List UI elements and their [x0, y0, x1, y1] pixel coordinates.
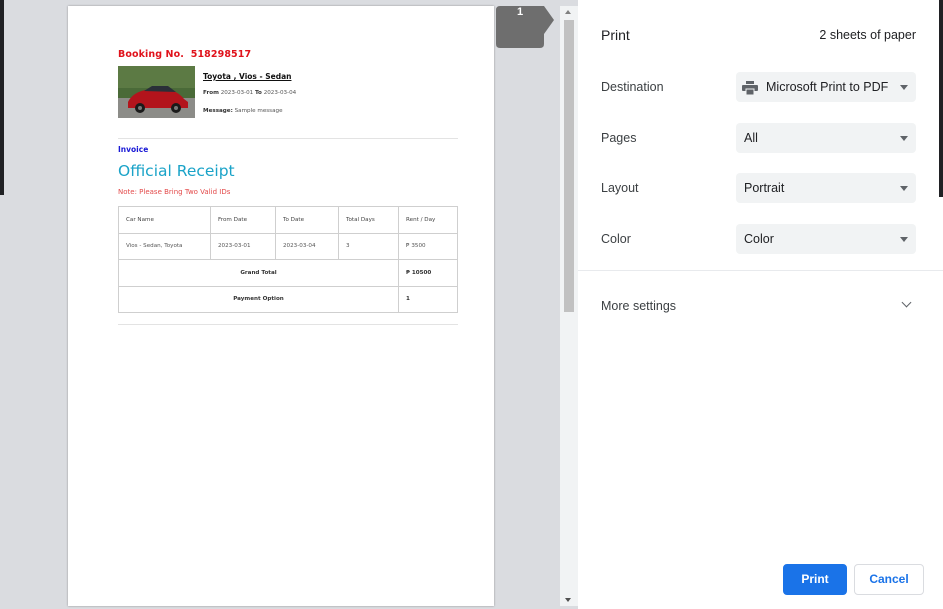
chevron-down-icon — [900, 85, 908, 90]
page-number-badge: 1 — [496, 6, 554, 48]
pages-value: All — [744, 131, 758, 145]
cancel-button[interactable]: Cancel — [854, 564, 924, 595]
receipt-title: Official Receipt — [118, 162, 235, 180]
scroll-down-arrow-icon[interactable] — [565, 598, 571, 602]
destination-label: Destination — [601, 80, 664, 94]
table-header-row: Car Name From Date To Date Total Days Re… — [118, 206, 458, 234]
scroll-up-arrow-icon[interactable] — [565, 10, 571, 14]
layout-select[interactable]: Portrait — [736, 173, 916, 203]
pages-select[interactable]: All — [736, 123, 916, 153]
car-name: Toyota , Vios - Sedan — [203, 72, 292, 81]
payment-option-label: Payment Option — [118, 285, 399, 313]
invoice-table: Car Name From Date To Date Total Days Re… — [118, 206, 458, 313]
print-settings-sidebar: Print 2 sheets of paper Destination Micr… — [578, 0, 943, 609]
car-dates: From 2023-03-01 To 2023-03-04 — [203, 90, 297, 96]
printer-icon — [742, 81, 758, 95]
sidebar-edge — [939, 0, 943, 197]
preview-page: Booking No. 518298517 Toyota , Vios - Se… — [68, 6, 494, 606]
table-header-cell: To Date — [275, 206, 339, 234]
chevron-down-icon — [900, 237, 908, 242]
car-message: Message: Sample message — [203, 108, 283, 114]
table-cell: 2023-03-01 — [210, 232, 276, 260]
print-button[interactable]: Print — [783, 564, 847, 595]
table-row: Vios - Sedan, Toyota 2023-03-01 2023-03-… — [118, 232, 458, 260]
grand-total-label: Grand Total — [118, 259, 399, 287]
table-header-cell: From Date — [210, 206, 276, 234]
divider — [118, 138, 458, 139]
chevron-down-icon — [900, 136, 908, 141]
payment-option-value: 1 — [398, 285, 458, 313]
table-header-cell: Rent / Day — [398, 206, 458, 234]
sidebar-divider — [578, 270, 943, 271]
layout-value: Portrait — [744, 181, 785, 195]
more-settings-label: More settings — [601, 299, 677, 313]
preview-scrollbar[interactable] — [560, 6, 578, 606]
divider — [118, 324, 458, 325]
color-select[interactable]: Color — [736, 224, 916, 254]
grand-total-value: ₱ 10500 — [398, 259, 458, 287]
invoice-label: Invoice — [118, 145, 149, 154]
destination-value: Microsoft Print to PDF — [766, 80, 889, 94]
table-header-cell: Total Days — [338, 206, 399, 234]
pages-label: Pages — [601, 131, 637, 145]
table-cell: ₱ 3500 — [398, 232, 458, 260]
receipt-note: Note: Please Bring Two Valid IDs — [118, 188, 231, 196]
color-label: Color — [601, 232, 631, 246]
car-image — [118, 66, 195, 118]
sheet-count: 2 sheets of paper — [819, 28, 916, 42]
layout-label: Layout — [601, 181, 639, 195]
grand-total-row: Grand Total ₱ 10500 — [118, 259, 458, 287]
table-cell: 3 — [338, 232, 399, 260]
scroll-thumb[interactable] — [564, 20, 574, 312]
table-cell: 2023-03-04 — [275, 232, 339, 260]
chevron-down-icon — [901, 297, 912, 308]
table-header-cell: Car Name — [118, 206, 211, 234]
chevron-down-icon — [900, 186, 908, 191]
background-strip — [0, 0, 4, 195]
booking-number: Booking No. 518298517 — [118, 49, 252, 60]
print-title: Print — [601, 27, 630, 43]
color-value: Color — [744, 232, 774, 246]
payment-option-row: Payment Option 1 — [118, 285, 458, 313]
page-number-label: 1 — [516, 6, 524, 18]
destination-select[interactable]: Microsoft Print to PDF — [736, 72, 916, 102]
table-cell: Vios - Sedan, Toyota — [118, 232, 211, 260]
more-settings-toggle[interactable]: More settings — [578, 285, 943, 325]
print-preview-area: Booking No. 518298517 Toyota , Vios - Se… — [0, 0, 578, 609]
